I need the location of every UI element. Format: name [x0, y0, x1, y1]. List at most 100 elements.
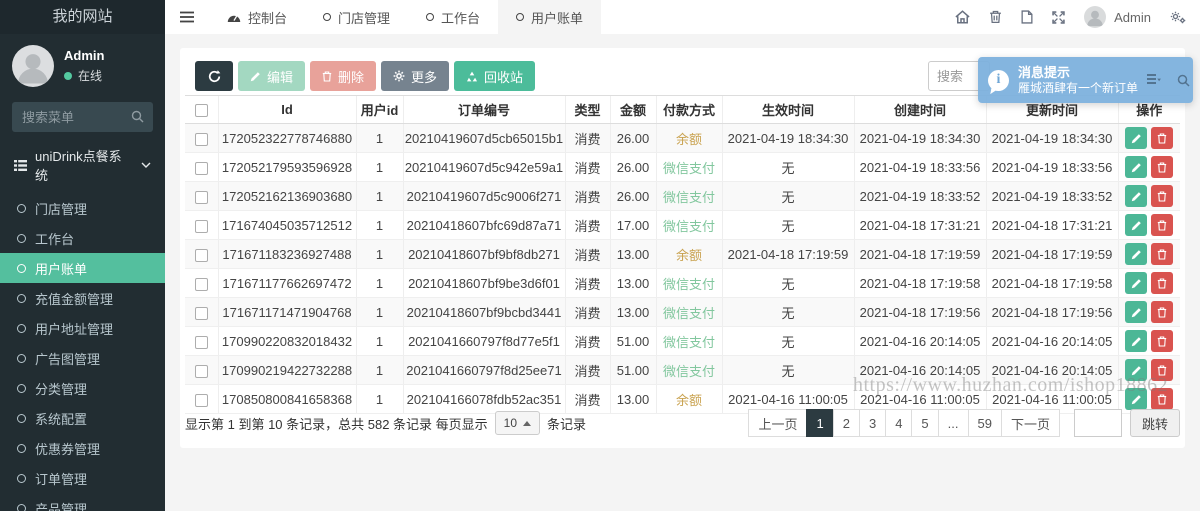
col-amount[interactable]: 金额	[610, 96, 656, 124]
edit-button[interactable]: 编辑	[238, 61, 305, 91]
row-edit-button[interactable]	[1125, 359, 1147, 381]
sidebar-item[interactable]: 工作台	[0, 223, 165, 253]
row-edit-button[interactable]	[1125, 330, 1147, 352]
columns-dropdown-icon[interactable]	[1147, 74, 1161, 86]
col-created-time[interactable]: 创建时间	[854, 96, 986, 124]
page-jump-input[interactable]	[1074, 409, 1122, 437]
nav-tab[interactable]: 控制台	[209, 0, 305, 34]
cell-user-id: 1	[356, 211, 403, 240]
more-button[interactable]: 更多	[381, 61, 449, 91]
fullscreen-icon[interactable]	[1052, 11, 1065, 24]
row-checkbox[interactable]	[195, 220, 208, 233]
cell-order-no: 20210419607d5cb65015b1	[403, 124, 565, 153]
row-edit-button[interactable]	[1125, 272, 1147, 294]
sidebar-item[interactable]: 产品管理	[0, 493, 165, 511]
cell-updated-time: 2021-04-19 18:34:30	[986, 124, 1118, 153]
sidebar-search	[12, 102, 153, 132]
page-number-button[interactable]: ...	[938, 409, 969, 437]
row-checkbox[interactable]	[195, 249, 208, 262]
row-edit-button[interactable]	[1125, 214, 1147, 236]
row-delete-button[interactable]	[1151, 272, 1173, 294]
row-checkbox[interactable]	[195, 336, 208, 349]
row-checkbox[interactable]	[195, 307, 208, 320]
home-icon[interactable]	[955, 10, 970, 24]
refresh-button[interactable]	[195, 61, 233, 91]
page-number-button[interactable]: 2	[833, 409, 860, 437]
cell-effective-time: 无	[722, 211, 854, 240]
sidebar-group-unidrink[interactable]: uniDrink点餐系统	[0, 132, 165, 193]
row-checkbox[interactable]	[195, 191, 208, 204]
col-id[interactable]: Id	[218, 96, 356, 124]
search-icon[interactable]	[131, 110, 144, 123]
row-edit-button[interactable]	[1125, 243, 1147, 265]
select-all-checkbox[interactable]	[195, 104, 208, 117]
sidebar-item[interactable]: 充值金额管理	[0, 283, 165, 313]
pagination-summary-prefix: 显示第 1 到第 10 条记录，总共 582 条记录 每页显示	[185, 414, 488, 433]
row-delete-button[interactable]	[1151, 127, 1173, 149]
row-delete-button[interactable]	[1151, 330, 1173, 352]
nav-tab[interactable]: 用户账单	[498, 0, 601, 34]
col-type[interactable]: 类型	[565, 96, 610, 124]
row-edit-button[interactable]	[1125, 185, 1147, 207]
row-delete-button[interactable]	[1151, 359, 1173, 381]
row-delete-button[interactable]	[1151, 185, 1173, 207]
page-number-button[interactable]: 3	[859, 409, 886, 437]
row-edit-button[interactable]	[1125, 156, 1147, 178]
nav-tab-label: 控制台	[248, 8, 287, 27]
cell-user-id: 1	[356, 356, 403, 385]
sidebar-item[interactable]: 用户账单	[0, 253, 165, 283]
col-order-no[interactable]: 订单编号	[403, 96, 565, 124]
recycle-bin-button[interactable]: 回收站	[454, 61, 535, 91]
delete-button[interactable]: 删除	[310, 61, 376, 91]
trash-icon[interactable]	[989, 10, 1002, 24]
row-checkbox[interactable]	[195, 365, 208, 378]
sidebar-item-label: 门店管理	[35, 199, 87, 218]
row-checkbox[interactable]	[195, 278, 208, 291]
next-page-button[interactable]: 下一页	[1001, 409, 1060, 437]
navbar-user[interactable]: Admin	[1084, 6, 1151, 28]
toast-notification[interactable]: i 消息提示 雁城酒肆有一个新订单	[978, 57, 1193, 103]
sidebar-item[interactable]: 门店管理	[0, 193, 165, 223]
row-checkbox[interactable]	[195, 133, 208, 146]
sidebar-item-label: 分类管理	[35, 379, 87, 398]
page-number-button[interactable]: 1	[806, 409, 833, 437]
cell-effective-time: 无	[722, 327, 854, 356]
row-checkbox[interactable]	[195, 162, 208, 175]
row-delete-button[interactable]	[1151, 301, 1173, 323]
hamburger-menu-icon[interactable]	[165, 0, 209, 34]
row-checkbox[interactable]	[195, 394, 208, 407]
sidebar-item[interactable]: 订单管理	[0, 463, 165, 493]
cell-updated-time: 2021-04-18 17:19:58	[986, 269, 1118, 298]
row-delete-button[interactable]	[1151, 243, 1173, 265]
col-user-id[interactable]: 用户id	[356, 96, 403, 124]
row-delete-button[interactable]	[1151, 214, 1173, 236]
nav-tabs: 控制台 门店管理 工作台 用户账单	[209, 0, 601, 34]
cogs-icon[interactable]	[1170, 11, 1186, 24]
row-edit-button[interactable]	[1125, 301, 1147, 323]
prev-page-button[interactable]: 上一页	[748, 409, 807, 437]
app-title[interactable]: 我的网站	[0, 0, 165, 34]
sidebar-item[interactable]: 广告图管理	[0, 343, 165, 373]
cell-order-no: 2021041660797f8d25ee71	[403, 356, 565, 385]
col-effective-time[interactable]: 生效时间	[722, 96, 854, 124]
sidebar-item[interactable]: 用户地址管理	[0, 313, 165, 343]
page-number-button[interactable]: 4	[885, 409, 912, 437]
row-edit-button[interactable]	[1125, 388, 1147, 410]
page-size-dropdown[interactable]: 10	[495, 411, 540, 435]
file-icon[interactable]	[1021, 10, 1033, 24]
col-payment[interactable]: 付款方式	[656, 96, 722, 124]
row-delete-button[interactable]	[1151, 388, 1173, 410]
page-number-button[interactable]: 5	[911, 409, 938, 437]
sidebar-item[interactable]: 优惠券管理	[0, 433, 165, 463]
search-toggle-icon[interactable]	[1177, 74, 1190, 87]
nav-tab[interactable]: 工作台	[408, 0, 498, 34]
row-edit-button[interactable]	[1125, 127, 1147, 149]
cell-id: 171674045035712512	[218, 211, 356, 240]
sidebar-item[interactable]: 系统配置	[0, 403, 165, 433]
nav-tab[interactable]: 门店管理	[305, 0, 408, 34]
page-number-button[interactable]: 59	[968, 409, 1002, 437]
pagination-summary-suffix: 条记录	[547, 414, 586, 433]
row-delete-button[interactable]	[1151, 156, 1173, 178]
sidebar-item[interactable]: 分类管理	[0, 373, 165, 403]
page-jump-button[interactable]: 跳转	[1130, 409, 1180, 437]
